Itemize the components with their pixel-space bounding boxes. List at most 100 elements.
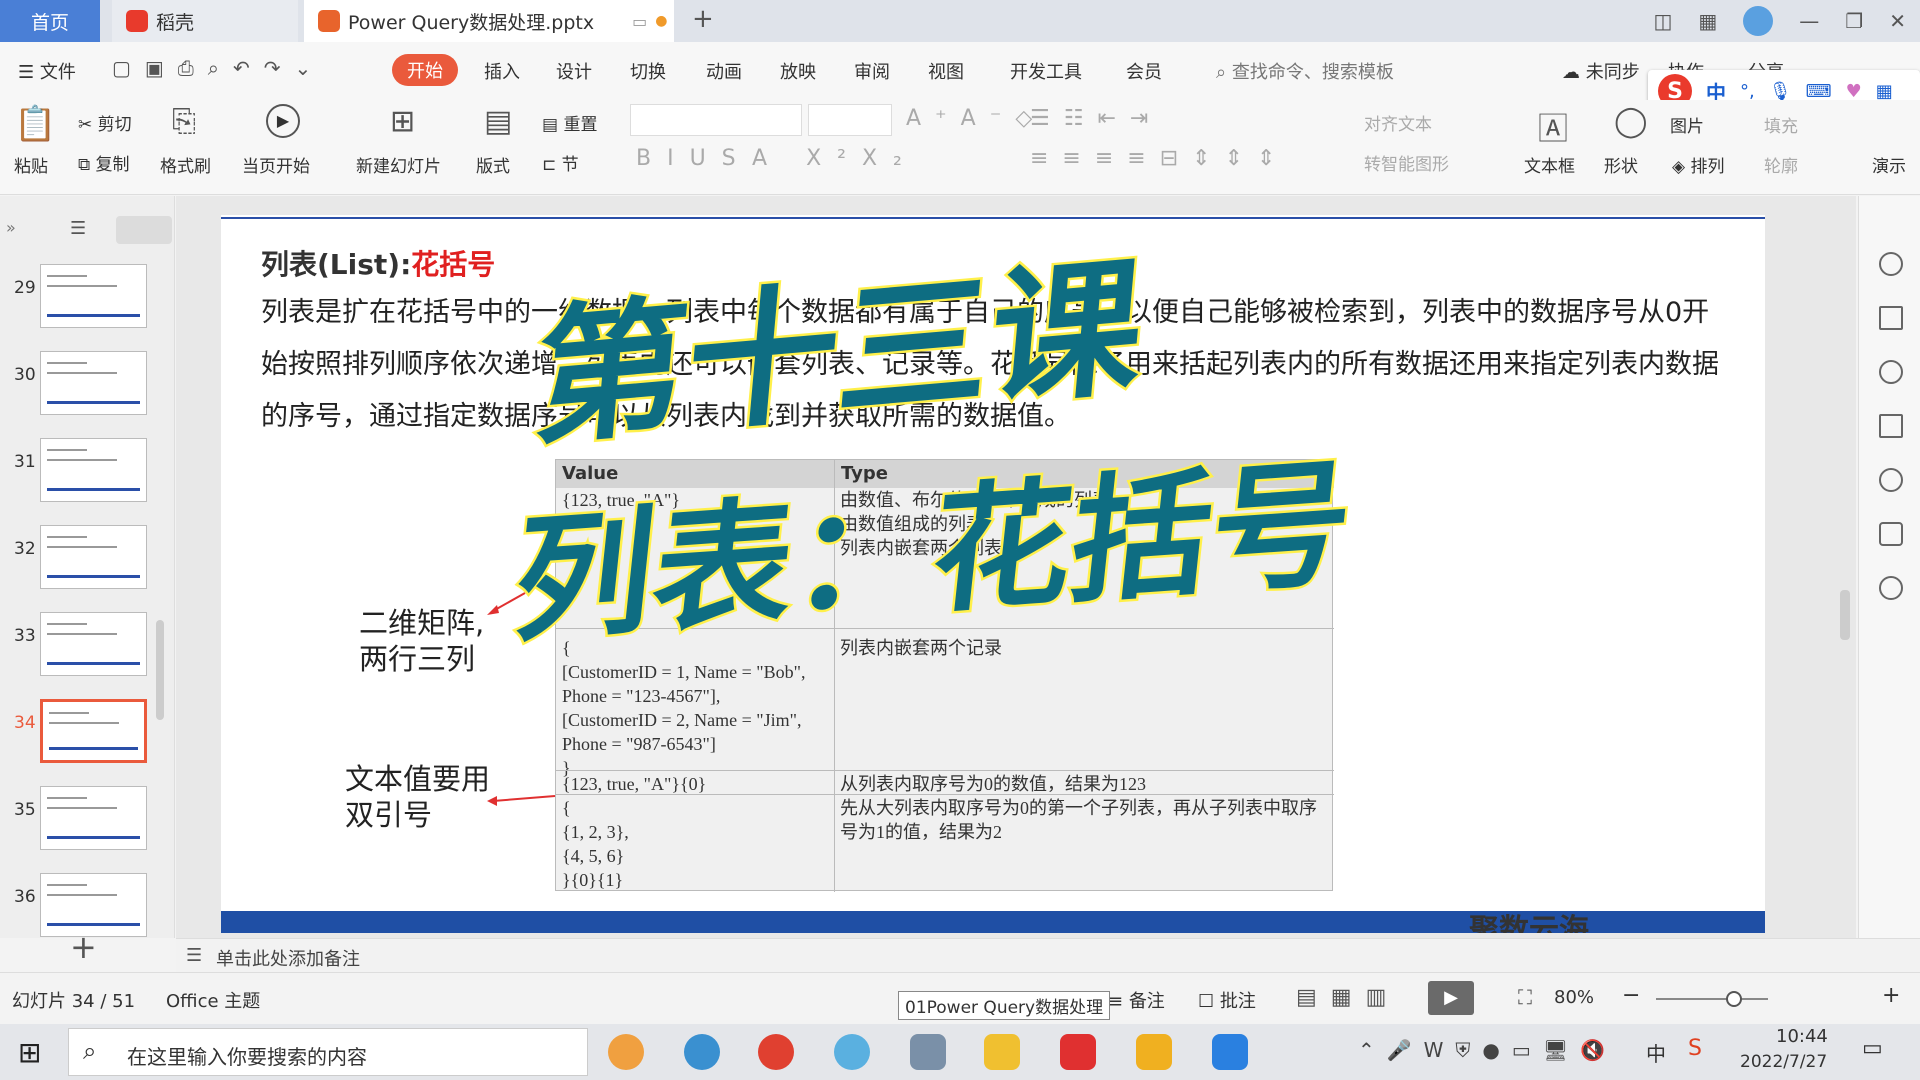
menu-insert[interactable]: 插入 bbox=[484, 58, 520, 84]
font-size-adjust-icons[interactable]: A⁺A⁻◇ bbox=[906, 106, 1046, 131]
layout-icon[interactable]: ▤ bbox=[484, 104, 512, 139]
notes-toggle[interactable]: ≡ 备注 bbox=[1108, 987, 1165, 1013]
menu-developer[interactable]: 开发工具 bbox=[1010, 58, 1082, 84]
slide-thumbnail[interactable] bbox=[40, 438, 147, 502]
sogou-tray-icon[interactable]: S bbox=[1688, 1036, 1702, 1061]
chrome-icon[interactable] bbox=[758, 1034, 794, 1070]
menu-start[interactable]: 开始 bbox=[392, 54, 458, 86]
menu-transition[interactable]: 切换 bbox=[630, 58, 666, 84]
shape-icon[interactable]: ◯ bbox=[1614, 104, 1648, 139]
minimize-icon[interactable]: — bbox=[1799, 9, 1819, 33]
slide-thumbnail[interactable] bbox=[40, 351, 147, 415]
zoom-slider-handle[interactable] bbox=[1726, 991, 1742, 1007]
menu-member[interactable]: 会员 bbox=[1126, 58, 1162, 84]
app-icon[interactable] bbox=[608, 1034, 644, 1070]
location-icon[interactable] bbox=[1879, 576, 1903, 600]
menu-slideshow[interactable]: 放映 bbox=[780, 58, 816, 84]
align-icons[interactable]: ≡≡≡≡⊟⇕⇕⇕ bbox=[1030, 146, 1289, 171]
font-size-select[interactable] bbox=[808, 104, 892, 136]
keyboard-icon[interactable]: ⌨ bbox=[1806, 81, 1832, 102]
taskbar-search[interactable]: ⌕ 在这里输入你要搜索的内容 bbox=[68, 1028, 588, 1076]
zoom-level[interactable]: 80% bbox=[1554, 987, 1594, 1008]
view-mode-icons[interactable]: ▤▦▥ bbox=[1296, 985, 1400, 1010]
copy-icon[interactable] bbox=[1879, 414, 1903, 438]
slideshow-play-button[interactable]: ▶ bbox=[1428, 981, 1474, 1015]
system-tray-icons[interactable]: ⌃🎤W⛨●▭🖥🔇 bbox=[1358, 1038, 1617, 1062]
new-tab-button[interactable]: + bbox=[692, 4, 714, 34]
help-icon[interactable] bbox=[1879, 468, 1903, 492]
reset-button[interactable]: ▤ 重置 bbox=[542, 110, 597, 135]
app-icon[interactable] bbox=[834, 1034, 870, 1070]
backup-icon[interactable] bbox=[1879, 522, 1903, 546]
font-family-select[interactable] bbox=[630, 104, 802, 136]
format-painter-icon[interactable]: ⎘ bbox=[172, 104, 196, 139]
slides-scrollbar[interactable] bbox=[156, 620, 164, 720]
new-slide-icon[interactable]: ⊞ bbox=[390, 104, 415, 139]
comment-toggle[interactable]: ☐ 批注 bbox=[1198, 987, 1256, 1013]
shape-button[interactable]: 形状 bbox=[1604, 152, 1638, 177]
smartart-button[interactable]: 转智能图形 bbox=[1364, 150, 1449, 175]
zoom-in-icon[interactable]: + bbox=[1882, 983, 1900, 1008]
tab-daoke[interactable]: 稻壳 bbox=[112, 0, 298, 42]
new-slide-button[interactable]: 新建幻灯片 bbox=[356, 152, 441, 177]
textbox-icon[interactable]: 🄰 bbox=[1538, 104, 1568, 148]
notification-icon[interactable]: ▭ bbox=[1862, 1036, 1883, 1061]
add-slide-button[interactable]: + bbox=[70, 928, 97, 966]
restore-icon[interactable]: ❐ bbox=[1845, 9, 1863, 33]
tab-document[interactable]: Power Query数据处理.pptx ▭ ● bbox=[304, 0, 674, 42]
text-format-icons[interactable]: BIUSA X²X₂ bbox=[636, 146, 918, 171]
fit-window-icon[interactable]: ⛶ bbox=[1518, 985, 1532, 1009]
fill-button[interactable]: 填充 bbox=[1764, 112, 1798, 137]
format-painter-button[interactable]: 格式刷 bbox=[160, 152, 211, 177]
section-button[interactable]: ⊏ 节 bbox=[542, 150, 579, 175]
close-icon[interactable]: ✕ bbox=[1889, 9, 1906, 33]
slide-thumbnail[interactable] bbox=[40, 612, 147, 676]
copy-button[interactable]: ⧉ 复制 bbox=[78, 150, 130, 175]
chart-app-icon[interactable] bbox=[1136, 1034, 1172, 1070]
toolbox-icon[interactable]: ▦ bbox=[1876, 81, 1893, 102]
avatar[interactable] bbox=[1743, 6, 1774, 36]
rocket-icon[interactable] bbox=[1879, 252, 1903, 276]
arrange-button[interactable]: ◈ 排列 bbox=[1672, 152, 1724, 177]
canvas-scrollbar[interactable] bbox=[1840, 206, 1850, 906]
sliders-icon[interactable] bbox=[1879, 306, 1903, 330]
paste-icon[interactable]: 📋 bbox=[14, 104, 56, 144]
photos-app-icon[interactable] bbox=[1212, 1034, 1248, 1070]
star-icon[interactable] bbox=[1879, 360, 1903, 384]
menu-view[interactable]: 视图 bbox=[928, 58, 964, 84]
wps-icon[interactable] bbox=[1060, 1034, 1096, 1070]
cut-button[interactable]: ✂ 剪切 bbox=[78, 110, 132, 135]
clock-time[interactable]: 10:44 bbox=[1776, 1026, 1828, 1047]
taskbar-ime[interactable]: 中 bbox=[1646, 1038, 1666, 1067]
play-icon[interactable]: ▶ bbox=[266, 104, 300, 138]
present-button[interactable]: 演示 bbox=[1872, 152, 1906, 177]
quick-access-toolbar[interactable]: ▢▣⎙⌕↶↷⌄ bbox=[112, 56, 325, 80]
tab-home[interactable]: 首页 bbox=[0, 0, 100, 42]
notes-pane[interactable]: ☰ 单击此处添加备注 bbox=[176, 938, 1920, 972]
slide-thumbnail[interactable] bbox=[40, 264, 147, 328]
zoom-slider[interactable] bbox=[1656, 998, 1768, 1000]
slide-thumbnail[interactable] bbox=[40, 786, 147, 850]
layout-button[interactable]: 版式 bbox=[476, 152, 510, 177]
thumbnail-view-icon[interactable] bbox=[116, 216, 172, 244]
sync-status[interactable]: ☁ 未同步 bbox=[1562, 58, 1640, 84]
chat-app-icon[interactable] bbox=[684, 1034, 720, 1070]
notes-placeholder[interactable]: 单击此处添加备注 bbox=[216, 945, 360, 971]
file-explorer-icon[interactable] bbox=[984, 1034, 1020, 1070]
textbox-button[interactable]: 文本框 bbox=[1524, 152, 1575, 177]
expand-panel-icon[interactable]: » bbox=[6, 218, 16, 237]
zoom-out-icon[interactable]: − bbox=[1622, 983, 1640, 1008]
menu-review[interactable]: 审阅 bbox=[854, 58, 890, 84]
outline-view-icon[interactable]: ☰ bbox=[70, 218, 86, 239]
list-icons[interactable]: ☰☷⇤⇥ bbox=[1030, 106, 1162, 131]
from-current-button[interactable]: 当页开始 bbox=[242, 152, 310, 177]
punct-icon[interactable]: °, bbox=[1740, 81, 1755, 102]
layout-icon[interactable]: ◫ bbox=[1653, 9, 1672, 33]
paste-button[interactable]: 粘贴 bbox=[14, 152, 48, 177]
windows-start-icon[interactable]: ⊞ bbox=[18, 1036, 41, 1069]
theme-name[interactable]: Office 主题 bbox=[166, 987, 260, 1013]
slide-thumbnail[interactable] bbox=[40, 525, 147, 589]
menu-design[interactable]: 设计 bbox=[556, 58, 592, 84]
mic-icon[interactable]: 🎙 bbox=[1769, 81, 1792, 102]
user-app-icon[interactable] bbox=[910, 1034, 946, 1070]
